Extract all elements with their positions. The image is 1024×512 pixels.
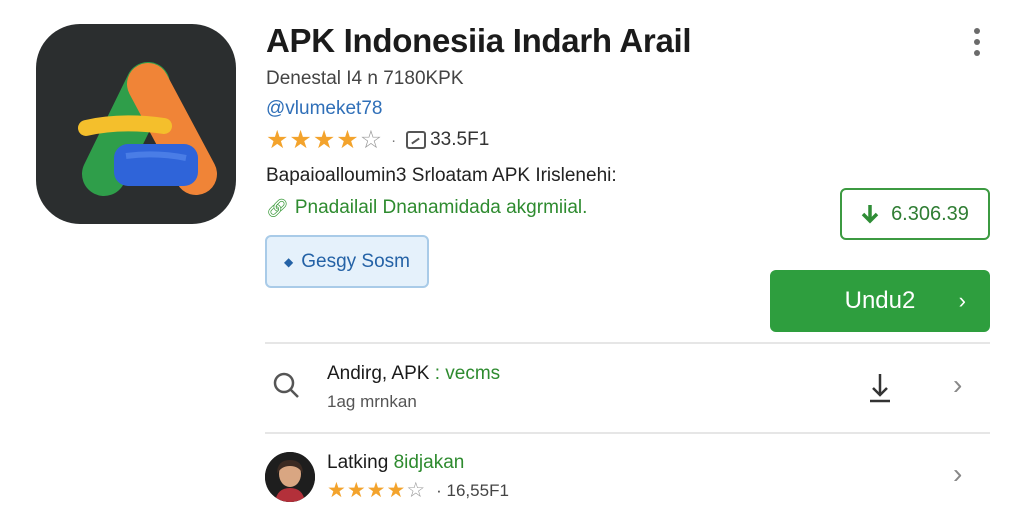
list-item-title-text: Latking <box>327 452 389 473</box>
app-size: 33.5F1 <box>430 129 490 150</box>
tag-button-label: Gesgy Sosm <box>301 250 410 272</box>
separator-dot: · <box>391 131 397 149</box>
star-filled-icon: ★ <box>289 125 312 154</box>
rating-stars: ★ ★ ★ ★ ☆ <box>327 480 426 501</box>
list-item-title-accent: : vecms <box>434 363 501 384</box>
app-note-text: Pnadailail Dnanamidada akgrmiial. <box>294 197 588 218</box>
star-empty-icon: ☆ <box>406 479 426 502</box>
app-note: 🔗︎ Pnadailail Dnanamidada akgrmiial. <box>266 197 587 219</box>
star-filled-icon: ★ <box>336 125 359 154</box>
tag-button[interactable]: ◆ Gesgy Sosm <box>265 235 429 288</box>
list-item[interactable]: Latking 8idjakan ★ ★ ★ ★ ☆ · 16,55F1 › <box>265 444 990 510</box>
app-logo-icon <box>36 24 236 224</box>
list-item-title-text: Andirg, APK <box>327 363 430 384</box>
avatar <box>265 452 315 502</box>
chevron-right-icon: › <box>953 458 963 489</box>
app-description: Bapaioalloumin3 Srloatam APK Irislenehi: <box>266 165 617 186</box>
star-filled-icon: ★ <box>346 479 366 502</box>
more-options-icon[interactable] <box>962 22 992 62</box>
install-button[interactable]: Undu2 › <box>770 270 990 332</box>
list-item-title: Latking 8idjakan <box>327 452 464 474</box>
list-item-subtitle: 1ag mrnkan <box>327 392 417 411</box>
app-title: APK Indonesiia Indarh Arail <box>266 22 692 59</box>
developer-name: Denestal I4 n 7180KPK <box>266 68 464 89</box>
rating-stars: ★ ★ ★ ★ ☆ <box>266 125 383 154</box>
search-icon <box>273 372 299 398</box>
divider <box>265 432 990 434</box>
star-filled-icon: ★ <box>312 125 336 154</box>
link-icon: 🔗︎ <box>266 197 289 218</box>
download-icon[interactable] <box>865 368 895 404</box>
bullet-icon: ◆ <box>284 254 294 269</box>
star-filled-icon: ★ <box>386 479 406 502</box>
install-button-label: Undu2 <box>844 287 916 314</box>
list-item-title: Andirg, APK : vecms <box>327 363 500 385</box>
developer-handle-link[interactable]: @vlumeket78 <box>266 98 382 120</box>
image-size-icon <box>406 131 427 149</box>
download-arrow-icon <box>861 205 879 224</box>
list-item-rating: ★ ★ ★ ★ ☆ · 16,55F1 <box>327 480 509 501</box>
download-count-badge: 6.306.39 <box>840 188 990 240</box>
chevron-right-icon: › <box>953 369 963 400</box>
star-empty-icon: ☆ <box>359 125 383 154</box>
list-item[interactable]: Andirg, APK : vecms 1ag mrnkan › <box>265 352 990 424</box>
list-item-title-accent: 8idjakan <box>393 452 465 473</box>
chevron-right-icon: › <box>958 288 966 313</box>
list-item-size: · 16,55F1 <box>436 480 509 500</box>
star-filled-icon: ★ <box>366 479 386 502</box>
download-count: 6.306.39 <box>891 202 969 225</box>
rating-row: ★ ★ ★ ★ ☆ · 33.5F1 <box>266 126 489 154</box>
star-filled-icon: ★ <box>327 479 346 502</box>
divider <box>265 342 990 344</box>
star-filled-icon: ★ <box>266 125 289 154</box>
